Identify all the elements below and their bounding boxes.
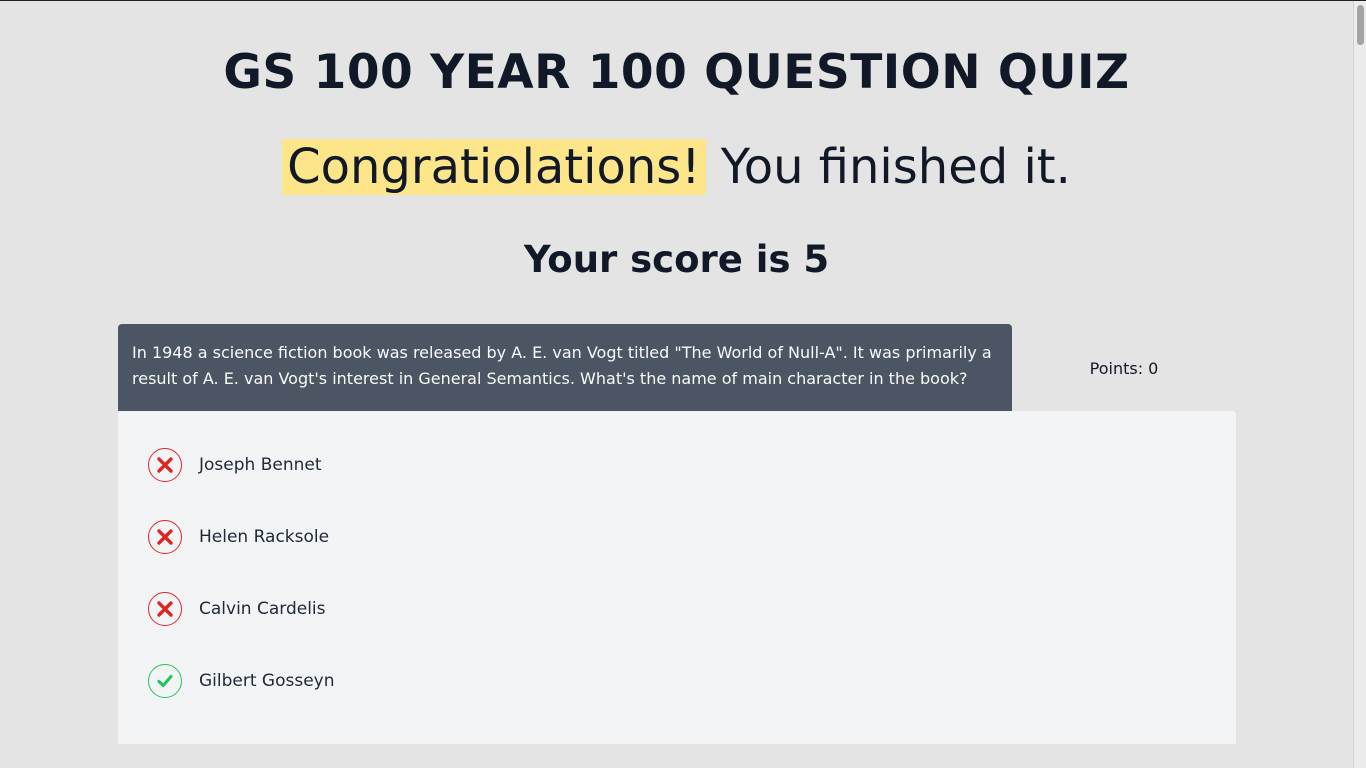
congratulations-message: Congratiolations! You finished it. bbox=[0, 133, 1353, 201]
answer-label: Joseph Bennet bbox=[199, 455, 322, 475]
score-prefix: Your score is bbox=[523, 238, 791, 281]
x-mark-icon bbox=[148, 448, 182, 482]
answer-option-3[interactable]: Calvin Cardelis bbox=[148, 590, 326, 628]
points-label: Points: 0 bbox=[1089, 359, 1159, 378]
answer-label: Gilbert Gosseyn bbox=[199, 671, 335, 691]
quiz-page: GS 100 YEAR 100 QUESTION QUIZ Congratiol… bbox=[0, 1, 1353, 768]
answer-option-2[interactable]: Helen Racksole bbox=[148, 518, 329, 556]
x-mark-icon bbox=[148, 592, 182, 626]
score-value: 5 bbox=[803, 238, 830, 281]
congratulations-highlight: Congratiolations! bbox=[282, 139, 706, 195]
answer-label: Calvin Cardelis bbox=[199, 599, 326, 619]
score-message: Your score is 5 bbox=[0, 233, 1353, 287]
answer-option-4[interactable]: Gilbert Gosseyn bbox=[148, 662, 335, 700]
browser-viewport: GS 100 YEAR 100 QUESTION QUIZ Congratiol… bbox=[0, 0, 1366, 768]
page-title: GS 100 YEAR 100 QUESTION QUIZ bbox=[223, 45, 1130, 100]
finished-text: You finished it. bbox=[720, 139, 1071, 195]
question-text: In 1948 a science fiction book was relea… bbox=[118, 324, 1012, 411]
check-mark-icon bbox=[148, 664, 182, 698]
x-mark-icon bbox=[148, 520, 182, 554]
answer-label: Helen Racksole bbox=[199, 527, 330, 547]
answer-option-1[interactable]: Joseph Bennet bbox=[148, 446, 322, 484]
scrollbar-thumb[interactable] bbox=[1357, 5, 1364, 45]
vertical-scrollbar[interactable] bbox=[1353, 1, 1366, 768]
answers-list: Joseph Bennet Helen Racksole Calvin Card… bbox=[118, 411, 1236, 744]
